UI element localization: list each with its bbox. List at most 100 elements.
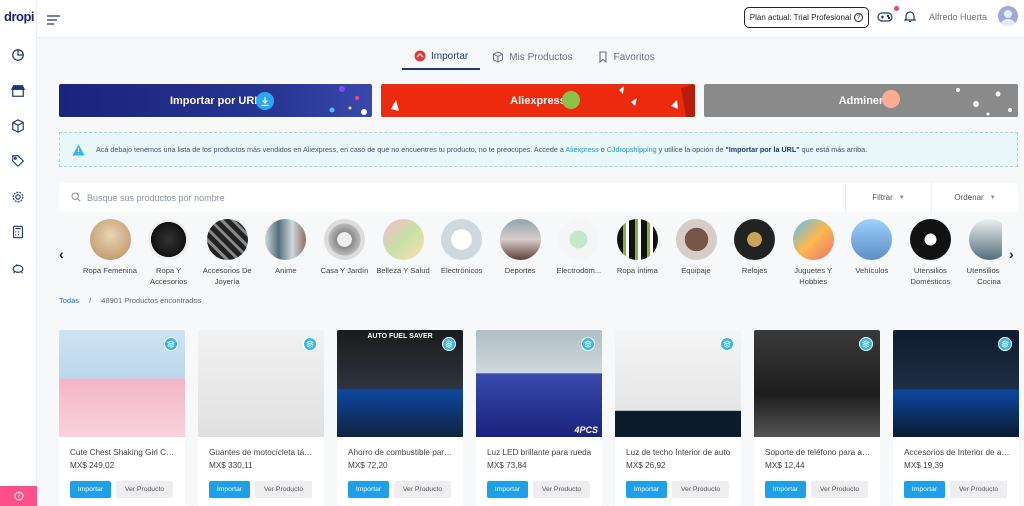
notice-text-2: o xyxy=(598,145,607,154)
avatar[interactable] xyxy=(998,6,1018,26)
search-input[interactable] xyxy=(87,189,687,206)
category-item[interactable]: Belleza Y Salud xyxy=(373,219,433,276)
breadcrumb-separator: / xyxy=(89,296,92,305)
view-product-button[interactable]: Ver Producto xyxy=(672,481,729,498)
tab-favoritos[interactable]: Favoritos xyxy=(585,44,667,70)
decor-triangles xyxy=(391,84,695,117)
category-image xyxy=(851,219,893,260)
menu-toggle-icon[interactable] xyxy=(47,12,61,30)
calculator-icon[interactable] xyxy=(10,224,26,240)
filter-dropdown[interactable]: Filtrar ▼ xyxy=(845,183,931,212)
product-image[interactable] xyxy=(893,330,1019,437)
tab-mis-productos[interactable]: Mis Productos xyxy=(480,44,584,70)
breadcrumb-root[interactable]: Todas xyxy=(59,296,79,305)
category-item[interactable]: Ropa íntima xyxy=(607,219,667,276)
user-name[interactable]: Alfredo Huerta xyxy=(929,12,987,22)
product-card[interactable]: Luz de techo Interior de auto MX$ 26,92 Im… xyxy=(615,330,741,506)
view-product-button[interactable]: Ver Producto xyxy=(116,481,173,498)
gamepad-icon[interactable] xyxy=(877,10,893,28)
category-label: Juguetes Y Hobbies xyxy=(794,266,833,286)
product-image[interactable] xyxy=(198,330,324,437)
import-button[interactable]: Importar xyxy=(765,481,806,498)
category-image xyxy=(382,219,424,260)
category-item[interactable]: Deportes xyxy=(490,219,550,276)
view-product-button[interactable]: Ver Producto xyxy=(811,481,868,498)
chevron-right-icon[interactable]: › xyxy=(1009,246,1014,262)
product-price: MX$ 12,44 xyxy=(765,461,805,470)
import-button[interactable]: Importar xyxy=(348,481,389,498)
box-icon[interactable] xyxy=(10,118,26,134)
category-item[interactable]: Utensilios Domésticos xyxy=(900,219,960,287)
chevron-left-icon[interactable]: ‹ xyxy=(59,246,64,262)
category-label: Casa Y Jardín xyxy=(320,266,369,275)
view-product-button[interactable]: Ver Producto xyxy=(533,481,590,498)
tag-icon[interactable] xyxy=(10,153,26,169)
category-item[interactable]: Equipaje xyxy=(666,219,726,276)
product-card[interactable]: Cute Chest Shaking Girl Car Decor MX$ 249… xyxy=(59,330,185,506)
app-logo[interactable]: dropi xyxy=(4,9,35,24)
search-icon xyxy=(71,192,81,202)
tab-importar[interactable]: Importar xyxy=(402,44,481,70)
import-button[interactable]: Importar xyxy=(904,481,945,498)
notice-link-aliexpress[interactable]: Aliexpress xyxy=(566,145,599,154)
tab-favoritos-label: Favoritos xyxy=(613,51,655,63)
decor-dots xyxy=(956,88,1012,116)
product-card[interactable]: AUTO FUEL SAVER Ahorro de combustible par… xyxy=(337,330,463,506)
category-item[interactable]: Utensilios De Cocina xyxy=(959,219,1002,287)
notice-link-cjdropshipping[interactable]: CJdropshipping xyxy=(607,145,657,154)
product-card[interactable]: Guantes de motocicleta tácticos MX$ 330,1… xyxy=(198,330,324,506)
category-item[interactable]: Relojes xyxy=(725,219,785,276)
product-image[interactable]: AUTO FUEL SAVER xyxy=(337,330,463,437)
piggy-bank-icon[interactable] xyxy=(10,260,26,276)
bell-icon[interactable] xyxy=(903,10,917,28)
notice-text: Acá debajo tenemos una lista de los prod… xyxy=(96,145,867,154)
dashboard-icon[interactable] xyxy=(10,47,26,63)
layers-icon xyxy=(303,337,317,351)
aliexpress-banner[interactable]: Aliexpress xyxy=(381,84,695,117)
product-title[interactable]: Luz de techo Interior de auto xyxy=(626,448,732,457)
product-image[interactable] xyxy=(59,330,185,437)
product-title[interactable]: Luz LED brillante para rueda xyxy=(487,448,593,457)
gear-icon[interactable] xyxy=(10,189,26,205)
category-item[interactable]: Ropa Femenina xyxy=(80,219,140,276)
import-button[interactable]: Importar xyxy=(209,481,250,498)
product-image[interactable]: 4PCS xyxy=(476,330,602,437)
category-image xyxy=(558,219,600,260)
category-item[interactable]: Juguetes Y Hobbies xyxy=(783,219,843,287)
product-title[interactable]: Accesorios de Interior de auto xyxy=(904,448,1010,457)
product-image[interactable] xyxy=(754,330,880,437)
view-product-button[interactable]: Ver Producto xyxy=(255,481,312,498)
category-item[interactable]: Ropa Y Accesorios xyxy=(139,219,199,287)
store-icon[interactable] xyxy=(10,83,26,99)
import-button[interactable]: Importar xyxy=(626,481,667,498)
category-label: Deportes xyxy=(504,266,536,275)
product-card[interactable]: Accesorios de Interior de auto MX$ 19,39 I… xyxy=(893,330,1019,506)
import-by-url-banner[interactable]: Importar por URL xyxy=(59,84,372,117)
view-product-button[interactable]: Ver Producto xyxy=(950,481,1007,498)
product-image[interactable] xyxy=(615,330,741,437)
import-button[interactable]: Importar xyxy=(70,481,111,498)
product-title[interactable]: Ahorro de combustible para auto xyxy=(348,448,454,457)
layers-icon xyxy=(859,337,873,351)
product-title[interactable]: Soporte de teléfono para auto xyxy=(765,448,871,457)
plan-button[interactable]: Plan actual: Trial Profesional ? xyxy=(744,7,869,28)
order-dropdown[interactable]: Ordenar ▼ xyxy=(931,183,1018,212)
plan-help-icon: ? xyxy=(854,13,864,22)
category-item[interactable]: Vehículos xyxy=(842,219,902,276)
product-title[interactable]: Guantes de motocicleta tácticos xyxy=(209,448,315,457)
category-item[interactable]: Electrodom... xyxy=(549,219,609,276)
product-card[interactable]: 4PCS Luz LED brillante para rueda MX$ 73,8… xyxy=(476,330,602,506)
adminer-banner[interactable]: Adminer xyxy=(704,84,1018,117)
layers-icon xyxy=(998,337,1012,351)
category-item[interactable]: Anime xyxy=(256,219,316,276)
import-tabs: Importar Mis Productos Favoritos xyxy=(402,44,667,70)
product-card[interactable]: Soporte de teléfono para auto MX$ 12,44 Im… xyxy=(754,330,880,506)
product-title[interactable]: Cute Chest Shaking Girl Car Decor xyxy=(70,448,176,457)
help-button[interactable]: ? xyxy=(0,486,37,506)
category-item[interactable]: Electrónicos xyxy=(432,219,492,276)
view-product-button[interactable]: Ver Producto xyxy=(394,481,451,498)
category-item[interactable]: Accesorios De Joyería xyxy=(197,219,257,287)
import-button[interactable]: Importar xyxy=(487,481,528,498)
app-logo-text: dropi xyxy=(4,9,35,24)
category-item[interactable]: Casa Y Jardín xyxy=(314,219,374,276)
